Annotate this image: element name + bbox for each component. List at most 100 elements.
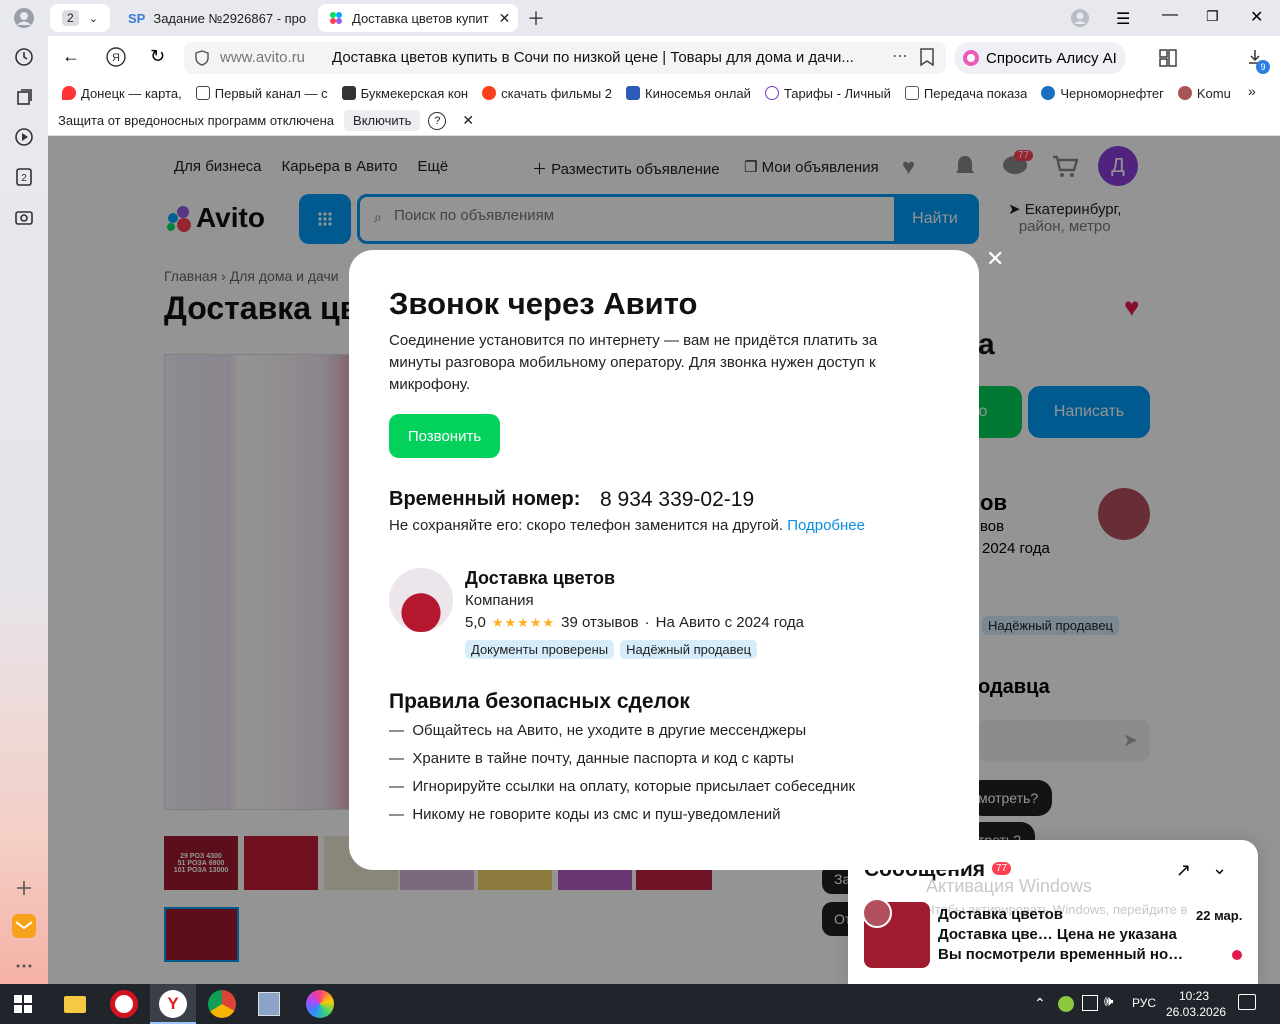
downloads-badge: 9 bbox=[1256, 60, 1270, 74]
profile-icon[interactable] bbox=[12, 6, 36, 30]
opera-icon[interactable] bbox=[110, 990, 138, 1018]
bookmark-label: скачать фильмы 2 bbox=[501, 85, 613, 101]
rule-text: Общайтесь на Авито, не уходите в другие … bbox=[412, 722, 807, 739]
bookmark-icon[interactable] bbox=[920, 48, 934, 71]
enable-protection-button[interactable]: Включить bbox=[344, 110, 421, 131]
chat-item[interactable]: Доставка цве… Цена не указана bbox=[938, 926, 1177, 943]
yandex-icon[interactable]: Я bbox=[106, 47, 126, 72]
screenshot-icon[interactable] bbox=[12, 205, 36, 229]
extensions-icon[interactable] bbox=[1158, 48, 1178, 73]
chat-item-name: Доставка цве… bbox=[938, 926, 1053, 943]
show-hidden-icons-icon[interactable]: ⌃ bbox=[1034, 995, 1046, 1012]
clock[interactable]: 10:23 26.03.2026 bbox=[1166, 988, 1227, 1020]
downloads-icon[interactable]: 9 bbox=[1246, 48, 1270, 75]
seller-rating: 5,0 bbox=[465, 614, 486, 631]
tray-app-icon[interactable] bbox=[1058, 996, 1074, 1012]
bookmark-item[interactable]: Донецк — карта, bbox=[62, 86, 182, 101]
close-infobar-icon[interactable]: ✕ bbox=[462, 112, 474, 129]
history-icon[interactable] bbox=[12, 45, 36, 69]
tab-avito[interactable]: Доставка цветов купит ✕ bbox=[318, 4, 518, 32]
bookmark-item[interactable]: Komu bbox=[1177, 85, 1231, 101]
close-window-icon[interactable]: ✕ bbox=[1250, 7, 1263, 27]
security-infobar: Защита от вредоносных программ отключена… bbox=[48, 106, 1280, 136]
tab-count-icon[interactable]: 2 bbox=[12, 165, 36, 189]
minimize-icon[interactable]: — bbox=[1162, 6, 1178, 24]
modal-description: Соединение установится по интернету — ва… bbox=[389, 332, 878, 393]
temp-number-note-text: Не сохраняйте его: скоро телефон заменит… bbox=[389, 517, 784, 534]
rule-item: — Храните в тайне почту, данные паспорта… bbox=[389, 750, 794, 767]
close-modal-icon[interactable]: ✕ bbox=[986, 246, 1004, 272]
back-icon[interactable]: ← bbox=[62, 46, 80, 67]
chevron-down-icon: ⌄ bbox=[88, 12, 98, 25]
documents-verified-badge: Документы проверены bbox=[465, 640, 615, 659]
messages-panel-badge: 77 bbox=[992, 862, 1012, 875]
tab-avito-label: Доставка цветов купит bbox=[352, 10, 489, 26]
rule-text: Игнорируйте ссылки на оплату, которые пр… bbox=[412, 778, 856, 795]
globe-icon bbox=[1177, 86, 1192, 100]
chat-item-price: Цена не указана bbox=[1056, 926, 1177, 943]
site-info-icon[interactable] bbox=[194, 50, 210, 71]
file-explorer-icon[interactable] bbox=[64, 996, 86, 1013]
video-icon[interactable] bbox=[12, 125, 36, 149]
tab-group-switcher[interactable]: 2 ⌄ bbox=[50, 4, 110, 32]
clock-time: 10:23 bbox=[1178, 989, 1210, 1003]
alice-button[interactable]: Спросить Алису AI bbox=[954, 42, 1126, 74]
bookmark-item[interactable]: Киносемья онлай bbox=[626, 86, 751, 101]
mail-icon[interactable] bbox=[12, 914, 36, 938]
tab-task[interactable]: SP Задание №2926867 - про bbox=[120, 4, 316, 32]
seller-since: На Авито с 2024 года bbox=[655, 614, 805, 631]
more-icon[interactable] bbox=[12, 954, 36, 978]
bookmark-label: Передача показа bbox=[923, 85, 1028, 101]
help-icon[interactable]: ? bbox=[428, 111, 447, 130]
collapse-panel-icon[interactable]: ⌄ bbox=[1212, 858, 1227, 879]
url-domain: www.avito.ru bbox=[220, 49, 306, 66]
bookmark-label: Komu bbox=[1196, 85, 1231, 101]
close-tab-icon[interactable]: ✕ bbox=[499, 10, 511, 27]
map-pin-icon bbox=[62, 86, 76, 100]
more-link[interactable]: Подробнее bbox=[787, 517, 865, 534]
new-tab-button[interactable]: ＋ bbox=[524, 4, 548, 32]
open-external-icon[interactable]: ↗ bbox=[1176, 860, 1191, 881]
temp-number: 8 934 339-02-19 bbox=[600, 488, 755, 511]
colorful-app-icon[interactable] bbox=[306, 990, 334, 1018]
seller-reviews[interactable]: 39 отзывов bbox=[561, 614, 639, 631]
more-actions-icon[interactable]: ⋯ bbox=[892, 46, 908, 66]
notification-center-icon[interactable] bbox=[1238, 994, 1256, 1010]
unread-dot bbox=[1232, 950, 1242, 960]
language-indicator[interactable]: РУС bbox=[1132, 996, 1156, 1010]
yandex-browser-taskbar[interactable]: Y bbox=[150, 984, 196, 1024]
bookmark-label: Черноморнефтег bbox=[1060, 85, 1164, 101]
temp-number-note: Не сохраняйте его: скоро телефон заменит… bbox=[389, 517, 865, 534]
bookmark-item[interactable]: Передача показа bbox=[904, 85, 1028, 101]
restore-icon[interactable]: ❐ bbox=[1206, 8, 1219, 25]
yandex-browser-icon: Y bbox=[159, 990, 187, 1018]
bookmark-item[interactable]: скачать фильмы 2 bbox=[482, 86, 612, 101]
menu-icon[interactable]: ☰ bbox=[1116, 9, 1130, 29]
seller-name[interactable]: Доставка цветов bbox=[465, 568, 615, 589]
network-icon[interactable] bbox=[1082, 995, 1098, 1011]
clock-date: 26.03.2026 bbox=[1166, 1005, 1227, 1019]
chat-date: 22 мар. bbox=[1196, 908, 1243, 923]
bookmark-label: Донецк — карта, bbox=[81, 85, 182, 101]
tab-strip: 2 ⌄ SP Задание №2926867 - про Доставка ц… bbox=[48, 0, 1280, 36]
tab-task-label: Задание №2926867 - про bbox=[153, 10, 307, 26]
call-button[interactable]: Позвонить bbox=[389, 414, 500, 458]
collections-icon[interactable] bbox=[12, 85, 36, 109]
bookmark-item[interactable]: Тарифы - Личный bbox=[764, 86, 891, 101]
bookmark-item[interactable]: Букмекерская кон bbox=[341, 85, 469, 101]
document-app-icon[interactable] bbox=[258, 992, 280, 1016]
account-icon[interactable] bbox=[1070, 8, 1090, 33]
rule-item: — Общайтесь на Авито, не уходите в други… bbox=[389, 722, 807, 739]
reload-icon[interactable]: ↻ bbox=[150, 46, 165, 67]
volume-icon[interactable]: 🕪 bbox=[1104, 993, 1113, 1010]
bookmark-item[interactable]: Черноморнефтег bbox=[1041, 86, 1164, 101]
url-field[interactable]: www.avito.ru Доставка цветов купить в Со… bbox=[184, 42, 946, 74]
chat-preview: Вы посмотрели временный но… bbox=[938, 946, 1184, 963]
bookmarks-overflow-icon[interactable]: » bbox=[1248, 83, 1256, 99]
bookmark-label: Букмекерская кон bbox=[360, 85, 469, 101]
add-panel-icon[interactable] bbox=[12, 876, 36, 900]
start-icon[interactable] bbox=[14, 995, 32, 1018]
chrome-icon[interactable] bbox=[208, 990, 236, 1018]
bookmark-item[interactable]: Первый канал — с bbox=[195, 86, 328, 101]
seller-avatar[interactable] bbox=[389, 568, 453, 632]
